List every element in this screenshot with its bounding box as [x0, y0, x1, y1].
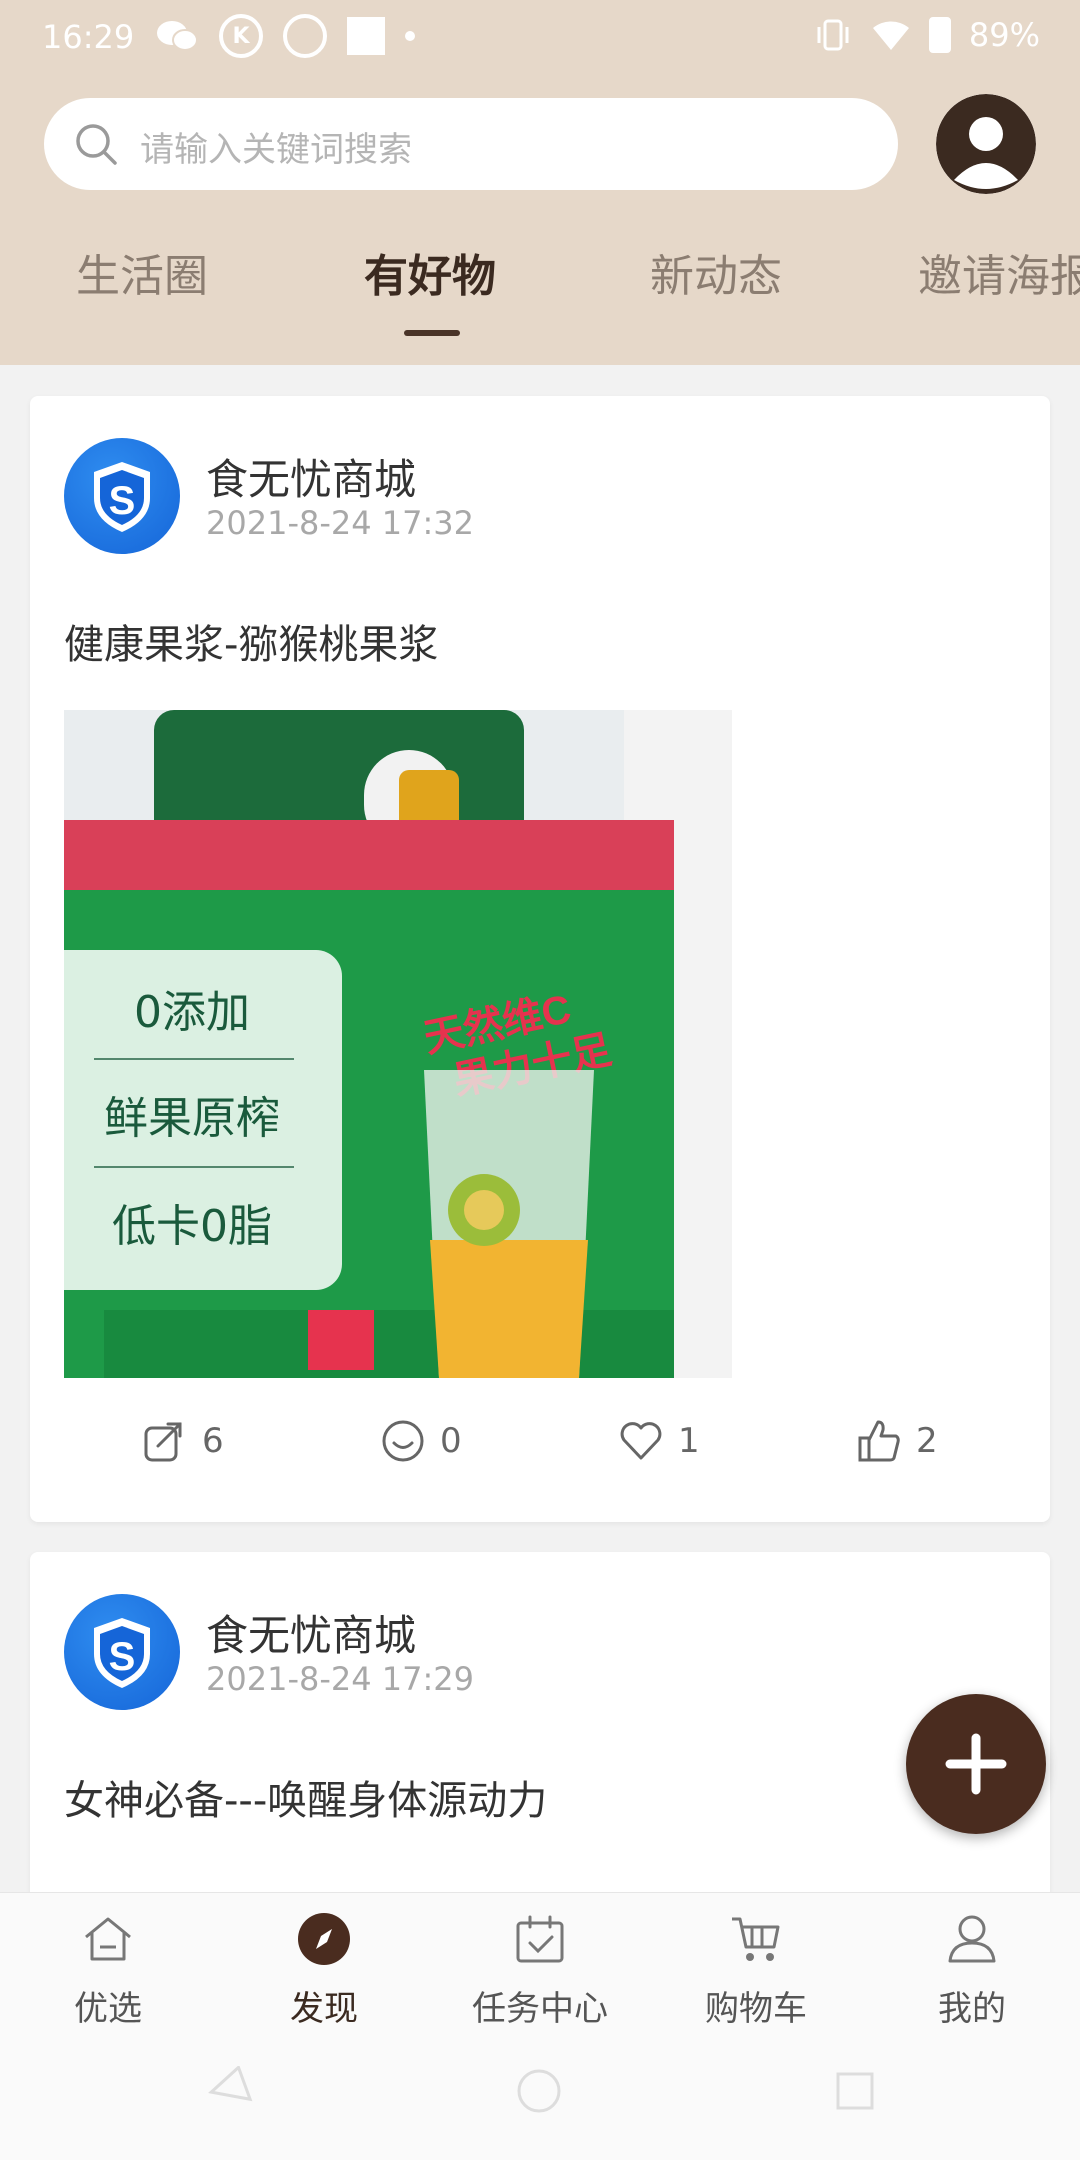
- app-notification-icon: [283, 14, 327, 58]
- vibrate-icon: [817, 19, 849, 51]
- post-actions: 6 0 1 2: [30, 1418, 1050, 1478]
- search-icon: [76, 124, 117, 165]
- search-placeholder: 请输入关键词搜索: [140, 130, 412, 170]
- post-author[interactable]: 食无忧商城: [206, 1602, 416, 1663]
- nav-label: 任务中心: [472, 1989, 608, 2029]
- feature-overlay: 0添加 鲜果原榨 低卡0脂: [64, 950, 342, 1290]
- battery-icon: [928, 17, 951, 53]
- svg-text:S: S: [109, 1635, 136, 1679]
- nav-item-featured[interactable]: 优选: [0, 1893, 216, 2041]
- create-post-button[interactable]: [906, 1694, 1046, 1834]
- home-icon: [85, 1917, 131, 1961]
- share-icon: [144, 1422, 182, 1462]
- like-count: 2: [916, 1421, 938, 1461]
- status-bar: 16:29 K 89%: [0, 0, 1080, 78]
- image-notification-icon: [347, 17, 385, 55]
- search-bar[interactable]: 请输入关键词搜索: [44, 98, 898, 190]
- comment-count: 0: [440, 1421, 462, 1461]
- post-image[interactable]: 天然维C 果力十足 0添加 鲜果原榨 低卡0脂: [64, 710, 732, 1378]
- feature-divider: [94, 1058, 294, 1060]
- plus-icon: [945, 1733, 1007, 1795]
- notification-icons: K: [155, 14, 415, 58]
- post-time: 2021-8-24 17:32: [206, 504, 474, 542]
- header: 16:29 K 89% 请输入关键词搜索 生活圈 有好物 新动态 邀请海报: [0, 0, 1080, 365]
- shield-s-icon: S: [94, 462, 150, 532]
- shield-s-icon: S: [94, 1618, 150, 1688]
- post-title[interactable]: 女神必备---唤醒身体源动力: [64, 1768, 547, 1826]
- bottom-nav: 优选 发现 任务中心 购物车 我的: [0, 1892, 1080, 2040]
- svg-text:S: S: [109, 479, 136, 523]
- recents-nav-icon[interactable]: [830, 2066, 880, 2116]
- share-count: 6: [202, 1421, 224, 1461]
- system-status-icons: 89%: [813, 16, 1040, 54]
- battery-level: 89%: [968, 16, 1040, 54]
- nav-label: 我的: [938, 1989, 1006, 2029]
- more-notifications-icon: [405, 31, 415, 41]
- post-card[interactable]: S 食无忧商城 2021-8-24 17:32 健康果浆-猕猴桃果浆 天然维C …: [30, 396, 1050, 1522]
- compass-icon: [298, 1913, 350, 1965]
- tab-life-circle[interactable]: 生活圈: [76, 240, 208, 304]
- status-time: 16:29: [42, 18, 135, 56]
- feature-low-cal: 低卡0脂: [112, 1201, 272, 1252]
- cart-icon: [732, 1917, 780, 1961]
- feature-no-additive: 0添加: [134, 987, 250, 1038]
- feature-divider: [94, 1166, 294, 1168]
- category-tabs: 生活圈 有好物 新动态 邀请海报: [0, 240, 1080, 340]
- nav-label: 优选: [74, 1989, 142, 2029]
- post-author[interactable]: 食无忧商城: [206, 446, 416, 507]
- nav-item-cart[interactable]: 购物车: [648, 1893, 864, 2041]
- nav-item-me[interactable]: 我的: [864, 1893, 1080, 2041]
- person-icon: [948, 1915, 996, 1963]
- tab-invite-poster[interactable]: 邀请海报: [918, 240, 1080, 304]
- nav-item-discover[interactable]: 发现: [216, 1893, 432, 2041]
- favorite-button[interactable]: 1: [618, 1418, 700, 1464]
- home-nav-icon[interactable]: [514, 2066, 564, 2116]
- like-button[interactable]: 2: [856, 1418, 938, 1464]
- nav-label: 购物车: [705, 1989, 807, 2029]
- calendar-icon: [516, 1915, 564, 1963]
- thumbs-up-icon: [858, 1420, 900, 1462]
- comment-button[interactable]: 0: [380, 1418, 462, 1464]
- nav-label: 发现: [290, 1989, 358, 2029]
- active-tab-indicator: [404, 330, 460, 336]
- post-time: 2021-8-24 17:29: [206, 1660, 474, 1698]
- post-title[interactable]: 健康果浆-猕猴桃果浆: [64, 612, 438, 670]
- tab-new-updates[interactable]: 新动态: [650, 240, 782, 304]
- shop-logo[interactable]: S: [64, 1594, 180, 1710]
- back-nav-icon[interactable]: [204, 2066, 254, 2116]
- k-app-icon: K: [219, 14, 263, 58]
- comment-icon: [382, 1420, 424, 1462]
- tab-good-things[interactable]: 有好物: [364, 240, 496, 304]
- avatar[interactable]: [936, 94, 1036, 194]
- user-avatar-icon: [936, 94, 1036, 194]
- shop-logo[interactable]: S: [64, 438, 180, 554]
- feature-fresh-pressed: 鲜果原榨: [104, 1093, 280, 1144]
- wifi-icon: [872, 21, 909, 50]
- nav-item-task-center[interactable]: 任务中心: [432, 1893, 648, 2041]
- system-navigation-bar: [0, 2040, 1080, 2160]
- share-button[interactable]: 6: [142, 1418, 224, 1464]
- heart-icon: [620, 1422, 662, 1460]
- favorite-count: 1: [678, 1421, 700, 1461]
- wechat-icon: [157, 21, 198, 51]
